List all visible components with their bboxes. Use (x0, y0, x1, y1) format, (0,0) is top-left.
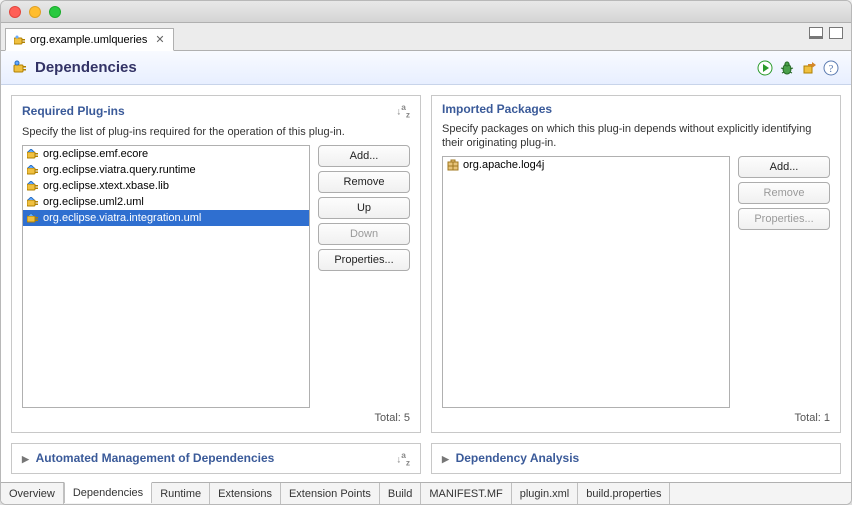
required-plugins-title: Required Plug-ins (22, 104, 125, 118)
bottom-tab[interactable]: Extension Points (281, 483, 380, 504)
plugin-icon (27, 149, 39, 159)
bottom-tab[interactable]: Build (380, 483, 421, 504)
svg-text:?: ? (829, 63, 834, 75)
tabbar-controls (809, 27, 843, 39)
package-icon (447, 159, 459, 171)
bottom-tab[interactable]: Runtime (152, 483, 210, 504)
plugin-icon (27, 181, 39, 191)
plugin-icon (14, 35, 26, 45)
run-icon[interactable] (757, 60, 773, 76)
lower-sections: ▶ Automated Management of Dependencies ↓… (1, 443, 851, 482)
page-title: Dependencies (35, 59, 137, 76)
automated-dependencies-title: Automated Management of Dependencies (36, 451, 275, 465)
sort-icon[interactable]: ↓az (396, 102, 410, 119)
list-item-label: org.apache.log4j (463, 159, 544, 171)
list-item[interactable]: org.eclipse.emf.ecore (23, 146, 309, 162)
imported-packages-list[interactable]: org.apache.log4j (442, 156, 730, 408)
export-icon[interactable] (801, 60, 817, 76)
sort-icon[interactable]: ↓az (396, 450, 410, 467)
add-button[interactable]: Add... (318, 145, 410, 167)
required-plugins-section: Required Plug-ins ↓az Specify the list o… (11, 95, 421, 433)
titlebar (1, 1, 851, 23)
window-zoom-button[interactable] (49, 6, 61, 18)
down-button[interactable]: Down (318, 223, 410, 245)
list-item-label: org.eclipse.uml2.uml (43, 196, 144, 208)
list-item-label: org.eclipse.emf.ecore (43, 148, 148, 160)
bottom-tab[interactable]: plugin.xml (512, 483, 579, 504)
list-item[interactable]: org.apache.log4j (443, 157, 729, 173)
bottom-tab[interactable]: build.properties (578, 483, 670, 504)
list-item-label: org.eclipse.viatra.integration.uml (43, 212, 201, 224)
list-item[interactable]: org.eclipse.uml2.uml (23, 194, 309, 210)
list-item[interactable]: org.eclipse.xtext.xbase.lib (23, 178, 309, 194)
bottom-tab[interactable]: MANIFEST.MF (421, 483, 511, 504)
remove-button[interactable]: Remove (738, 182, 830, 204)
dependency-analysis-section[interactable]: ▶ Dependency Analysis (431, 443, 841, 474)
required-plugins-list[interactable]: org.eclipse.emf.ecore org.eclipse.viatra.… (22, 145, 310, 407)
expand-icon: ▶ (22, 454, 29, 464)
editor-content: Dependencies ? Required Plug-ins ↓az Spe… (1, 51, 851, 504)
properties-button[interactable]: Properties... (738, 208, 830, 230)
dependencies-icon (13, 60, 29, 76)
maximize-view-icon[interactable] (829, 27, 843, 39)
list-item-label: org.eclipse.viatra.query.runtime (43, 164, 196, 176)
window-minimize-button[interactable] (29, 6, 41, 18)
up-button[interactable]: Up (318, 197, 410, 219)
help-icon[interactable]: ? (823, 60, 839, 76)
plugin-icon (27, 165, 39, 175)
automated-dependencies-section[interactable]: ▶ Automated Management of Dependencies ↓… (11, 443, 421, 474)
expand-icon: ▶ (442, 454, 449, 464)
dependency-analysis-title: Dependency Analysis (456, 451, 580, 465)
imported-packages-title: Imported Packages (442, 102, 552, 116)
bottom-tab[interactable]: Dependencies (64, 482, 152, 503)
editor-tabbar: org.example.umlqueries ✕ (1, 23, 851, 51)
bottom-tabs: OverviewDependenciesRuntimeExtensionsExt… (1, 482, 851, 504)
window: org.example.umlqueries ✕ Dependencies ? (0, 0, 852, 505)
close-tab-icon[interactable]: ✕ (155, 33, 164, 46)
plugin-icon (27, 213, 39, 223)
list-item[interactable]: org.eclipse.viatra.integration.uml (23, 210, 309, 226)
editor-tab[interactable]: org.example.umlqueries ✕ (5, 28, 174, 51)
required-total: Total: 5 (22, 408, 410, 424)
list-item[interactable]: org.eclipse.viatra.query.runtime (23, 162, 309, 178)
debug-icon[interactable] (779, 60, 795, 76)
minimize-view-icon[interactable] (809, 27, 823, 39)
add-button[interactable]: Add... (738, 156, 830, 178)
bottom-tab[interactable]: Overview (1, 483, 64, 504)
required-plugins-desc: Specify the list of plug-ins required fo… (22, 123, 410, 145)
remove-button[interactable]: Remove (318, 171, 410, 193)
plugin-icon (27, 197, 39, 207)
page-header: Dependencies ? (1, 51, 851, 85)
imported-packages-section: Imported Packages Specify packages on wh… (431, 95, 841, 433)
window-close-button[interactable] (9, 6, 21, 18)
imported-packages-desc: Specify packages on which this plug-in d… (442, 120, 830, 156)
imported-total: Total: 1 (442, 408, 830, 424)
bottom-tab[interactable]: Extensions (210, 483, 281, 504)
list-item-label: org.eclipse.xtext.xbase.lib (43, 180, 169, 192)
properties-button[interactable]: Properties... (318, 249, 410, 271)
editor-tab-label: org.example.umlqueries (30, 34, 147, 46)
body: Required Plug-ins ↓az Specify the list o… (1, 85, 851, 443)
